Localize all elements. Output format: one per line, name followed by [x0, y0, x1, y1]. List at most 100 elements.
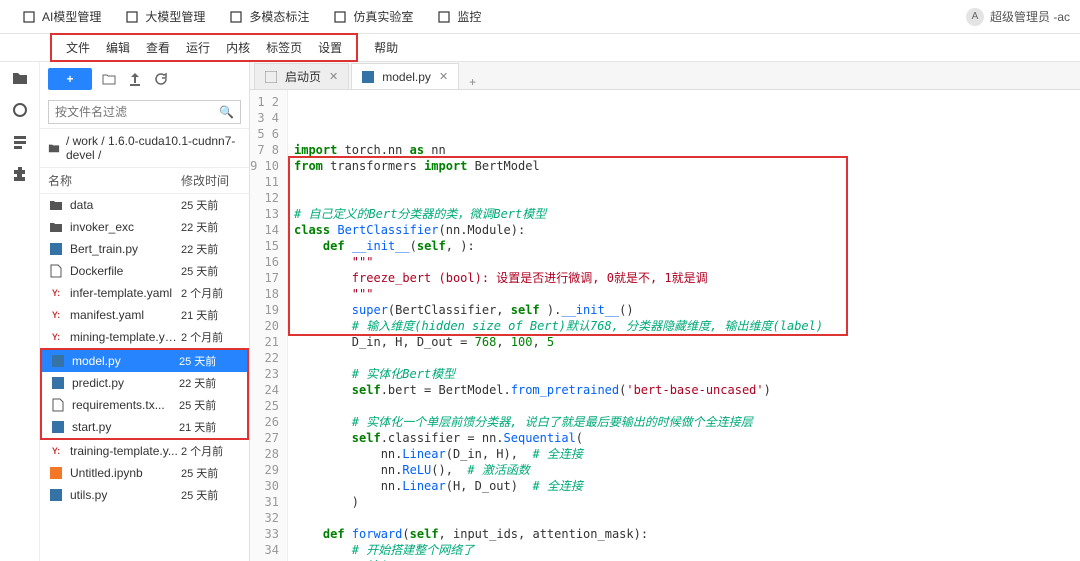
code-line[interactable]: # 自己定义的Bert分类器的类，微调Bert模型: [294, 206, 823, 222]
topnav-item[interactable]: 仿真实验室: [321, 8, 425, 25]
code-line[interactable]: import torch.nn as nn: [294, 142, 823, 158]
file-row[interactable]: requirements.tx...25 天前: [40, 394, 249, 416]
editor-tab[interactable]: 启动页✕: [254, 63, 349, 89]
file-time: 22 天前: [181, 219, 241, 235]
commands-icon[interactable]: [10, 132, 30, 152]
folder-icon[interactable]: [10, 68, 30, 88]
code-line[interactable]: freeze_bert (bool): 设置是否进行微调, 0就是不, 1就是调: [294, 270, 823, 286]
file-row[interactable]: Untitled.ipynb25 天前: [40, 462, 249, 484]
refresh-icon[interactable]: [152, 70, 170, 88]
user-menu[interactable]: A 超级管理员 -ac: [966, 8, 1070, 26]
file-row[interactable]: Dockerfile25 天前: [40, 260, 249, 282]
code-line[interactable]: [294, 350, 823, 366]
new-button[interactable]: +: [48, 68, 92, 90]
file-name: predict.py: [72, 376, 179, 390]
file-row[interactable]: utils.py25 天前: [40, 484, 249, 506]
main-panel: 启动页✕model.py✕+ 1 2 3 4 5 6 7 8 9 10 11 1…: [250, 62, 1080, 561]
code-line[interactable]: """: [294, 286, 823, 302]
file-row[interactable]: Y:infer-template.yaml2 个月前: [40, 282, 249, 304]
file-time: 2 个月前: [181, 443, 241, 459]
file-browser: + 🔍 / work / 1.6.0-cuda10.1-cudnn7-devel…: [40, 62, 250, 561]
menu-item[interactable]: 文件: [58, 37, 98, 58]
file-time: 22 天前: [179, 375, 239, 391]
file-name: requirements.tx...: [72, 398, 179, 412]
file-row[interactable]: model.py25 天前: [40, 348, 249, 372]
clipboard-icon: [22, 10, 36, 24]
editor-tab[interactable]: model.py✕: [351, 63, 459, 89]
code-line[interactable]: self.classifier = nn.Sequential(: [294, 430, 823, 446]
file-row[interactable]: predict.py22 天前: [40, 372, 249, 394]
code-line[interactable]: nn.Linear(H, D_out) # 全连接: [294, 478, 823, 494]
file-row[interactable]: Y:manifest.yaml21 天前: [40, 304, 249, 326]
code-line[interactable]: # 实体化一个单层前馈分类器, 说白了就是最后要输出的时候做个全连接层: [294, 414, 823, 430]
doc-icon: [333, 10, 347, 24]
code-line[interactable]: def __init__(self, ):: [294, 238, 823, 254]
code-line[interactable]: from transformers import BertModel: [294, 158, 823, 174]
file-row[interactable]: data25 天前: [40, 194, 249, 216]
close-icon[interactable]: ✕: [329, 70, 338, 83]
file-type-icon: [48, 264, 64, 278]
code-line[interactable]: [294, 174, 823, 190]
code-line[interactable]: ): [294, 494, 823, 510]
topnav-item[interactable]: 多模态标注: [217, 8, 321, 25]
code-line[interactable]: nn.Linear(D_in, H), # 全连接: [294, 446, 823, 462]
code-editor[interactable]: 1 2 3 4 5 6 7 8 9 10 11 12 13 14 15 16 1…: [250, 90, 1080, 561]
code-area[interactable]: import torch.nn as nnfrom transformers i…: [288, 90, 829, 561]
file-table-header: 名称 修改时间: [40, 168, 249, 194]
file-row[interactable]: Y:mining-template.ya...2 个月前: [40, 326, 249, 348]
topnav-item[interactable]: 大模型管理: [113, 8, 217, 25]
top-nav: AI模型管理大模型管理多模态标注仿真实验室监控 A 超级管理员 -ac: [0, 0, 1080, 34]
file-row[interactable]: invoker_exc22 天前: [40, 216, 249, 238]
code-line[interactable]: nn.ReLU(), # 激活函数: [294, 462, 823, 478]
code-line[interactable]: super(BertClassifier, self ).__init__(): [294, 302, 823, 318]
menu-item[interactable]: 编辑: [98, 37, 138, 58]
file-time: 25 天前: [181, 197, 241, 213]
upload-icon[interactable]: [126, 70, 144, 88]
running-icon[interactable]: [10, 100, 30, 120]
add-tab-button[interactable]: +: [461, 75, 484, 89]
file-type-icon: [50, 376, 66, 390]
menu-item[interactable]: 内核: [218, 37, 258, 58]
file-time: 25 天前: [179, 353, 239, 369]
col-name[interactable]: 名称: [48, 172, 181, 189]
file-name: training-template.y...: [70, 444, 181, 458]
extensions-icon[interactable]: [10, 164, 30, 184]
cube-icon: [125, 10, 139, 24]
code-line[interactable]: # 输入维度(hidden size of Bert)默认768, 分类器隐藏维…: [294, 318, 823, 334]
file-row[interactable]: Y:training-template.y...2 个月前: [40, 440, 249, 462]
breadcrumb[interactable]: / work / 1.6.0-cuda10.1-cudnn7-devel /: [40, 128, 249, 168]
code-line[interactable]: """: [294, 254, 823, 270]
file-name: Dockerfile: [70, 264, 181, 278]
file-time: 25 天前: [181, 487, 241, 503]
close-icon[interactable]: ✕: [439, 70, 448, 83]
code-line[interactable]: self.bert = BertModel.from_pretrained('b…: [294, 382, 823, 398]
code-line[interactable]: # 开始搭建整个网络了: [294, 542, 823, 558]
code-line[interactable]: def forward(self, input_ids, attention_m…: [294, 526, 823, 542]
left-rail: [0, 62, 40, 561]
file-row[interactable]: Bert_train.py22 天前: [40, 238, 249, 260]
code-line[interactable]: [294, 190, 823, 206]
menu-item[interactable]: 运行: [178, 37, 218, 58]
file-time: 22 天前: [181, 241, 241, 257]
code-line[interactable]: # 实体化Bert模型: [294, 366, 823, 382]
col-time[interactable]: 修改时间: [181, 172, 241, 189]
file-row[interactable]: start.py21 天前: [40, 416, 249, 440]
topnav-item[interactable]: 监控: [425, 8, 493, 25]
menu-help[interactable]: 帮助: [366, 37, 406, 58]
file-type-icon: [48, 488, 64, 502]
file-name: data: [70, 198, 181, 212]
code-line[interactable]: [294, 510, 823, 526]
workspace: + 🔍 / work / 1.6.0-cuda10.1-cudnn7-devel…: [0, 62, 1080, 561]
topnav-item[interactable]: AI模型管理: [10, 8, 113, 25]
code-line[interactable]: [294, 398, 823, 414]
file-time: 25 天前: [181, 263, 241, 279]
menu-item[interactable]: 标签页: [258, 37, 310, 58]
search-input[interactable]: [55, 105, 219, 119]
search-box[interactable]: 🔍: [48, 100, 241, 124]
menu-item[interactable]: 查看: [138, 37, 178, 58]
new-folder-icon[interactable]: [100, 70, 118, 88]
code-line[interactable]: D_in, H, D_out = 768, 100, 5: [294, 334, 823, 350]
menu-item[interactable]: 设置: [310, 37, 350, 58]
code-line[interactable]: class BertClassifier(nn.Module):: [294, 222, 823, 238]
file-type-icon: Y:: [48, 286, 64, 300]
